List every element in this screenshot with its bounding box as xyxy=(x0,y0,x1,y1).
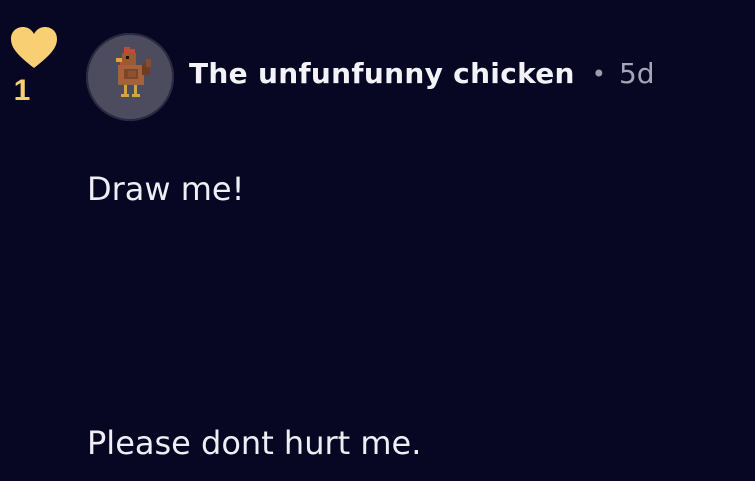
post-header: The unfunfunny chicken • 5d xyxy=(189,57,655,90)
post-body: Draw me! Please dont hurt me. xyxy=(87,165,707,467)
like-control[interactable]: 1 xyxy=(10,26,58,106)
heart-icon[interactable] xyxy=(10,26,58,70)
separator-dot: • xyxy=(591,59,606,88)
post-timestamp: 5d xyxy=(618,57,655,90)
post-text-line: Draw me! xyxy=(87,170,245,208)
post-text-line: Please dont hurt me. xyxy=(87,424,422,462)
author-name[interactable]: The unfunfunny chicken xyxy=(189,57,575,90)
avatar[interactable] xyxy=(86,33,174,121)
like-count: 1 xyxy=(13,74,31,107)
pixel-chicken-avatar xyxy=(116,47,151,97)
